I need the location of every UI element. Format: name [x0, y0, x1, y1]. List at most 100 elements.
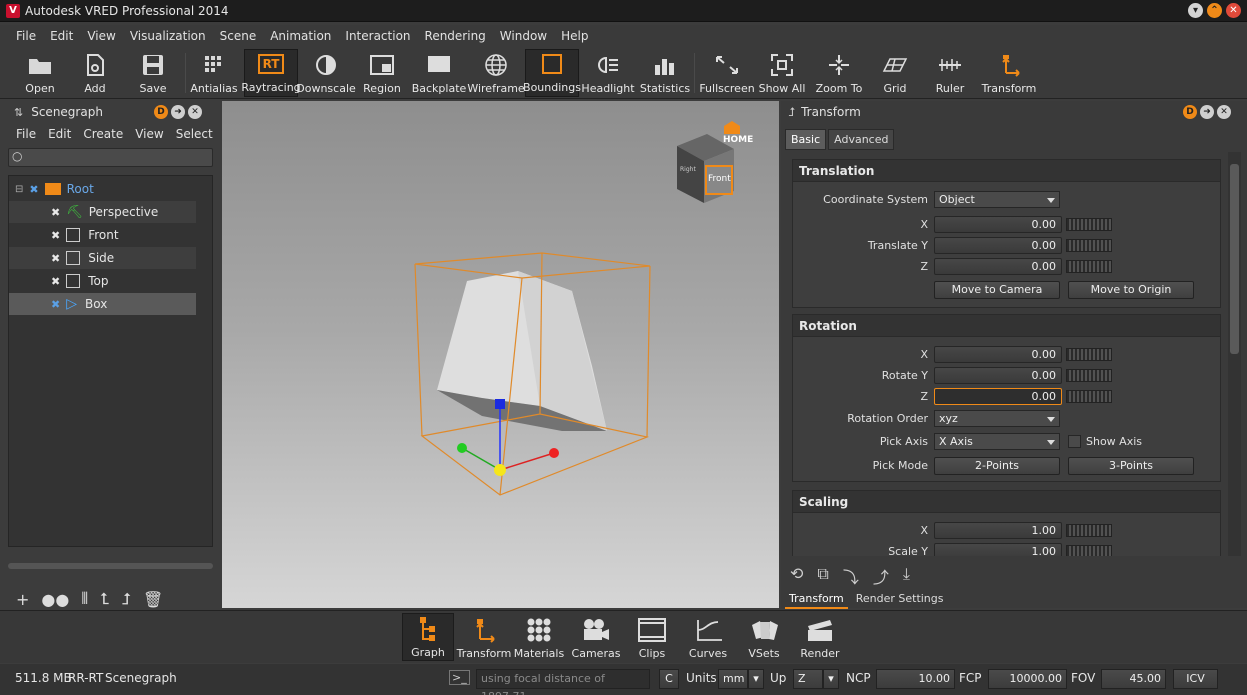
rotate-tool-icon[interactable]: ⟲ — [790, 564, 803, 588]
tab-render-settings[interactable]: Render Settings — [852, 590, 948, 609]
units-select[interactable]: mm — [718, 669, 748, 689]
transform-tool-button[interactable]: Transform — [982, 49, 1036, 97]
tree-item-top[interactable]: ✖ Top — [9, 270, 196, 292]
translate-y-slider[interactable] — [1066, 239, 1112, 252]
viewcube[interactable] — [677, 121, 740, 203]
gizmo-z-handle[interactable] — [495, 399, 505, 409]
visibility-toggle-icon[interactable]: ✖ — [51, 275, 60, 288]
boundings-button[interactable]: Boundings — [523, 49, 581, 97]
dock-vsets-button[interactable]: VSets — [738, 613, 790, 661]
viewcube-home-label[interactable]: HOME — [723, 135, 753, 145]
scale-x-slider[interactable] — [1066, 524, 1112, 537]
align-icon[interactable]: ⫴ — [81, 589, 88, 609]
up-axis-select[interactable]: Z — [793, 669, 823, 689]
tab-advanced[interactable]: Advanced — [828, 129, 895, 150]
menu-window[interactable]: Window — [493, 25, 554, 47]
backplate-button[interactable]: Backplate — [412, 49, 466, 97]
translate-z-slider[interactable] — [1066, 260, 1112, 273]
visibility-toggle-icon[interactable]: ✖ — [51, 229, 60, 242]
ruler-button[interactable]: Ruler — [930, 49, 970, 97]
rotation-header[interactable]: Rotation — [793, 315, 1220, 337]
menu-edit[interactable]: Edit — [43, 25, 80, 47]
panel-close-icon[interactable]: ✕ — [1217, 105, 1231, 119]
menu-rendering[interactable]: Rendering — [418, 25, 493, 47]
fov-field[interactable]: 45.00 — [1101, 669, 1166, 689]
fullscreen-button[interactable]: Fullscreen — [699, 49, 755, 97]
dock-clips-button[interactable]: Clips — [626, 613, 678, 661]
menu-file[interactable]: File — [9, 25, 43, 47]
move-up-icon[interactable]: ⮤ — [100, 589, 109, 609]
ncp-field[interactable]: 10.00 — [876, 669, 955, 689]
menu-interaction[interactable]: Interaction — [338, 25, 417, 47]
dock-cameras-button[interactable]: Cameras — [570, 613, 622, 661]
wireframe-button[interactable]: Wireframe — [467, 49, 525, 97]
menu-help[interactable]: Help — [554, 25, 595, 47]
terminal-icon[interactable]: >_ — [449, 670, 470, 685]
open-button[interactable]: Open — [22, 49, 58, 97]
sg-menu-select[interactable]: Select — [170, 127, 219, 141]
show-all-button[interactable]: Show All — [759, 49, 805, 97]
scale-x-field[interactable]: 1.00 — [934, 522, 1062, 539]
scale-y-field[interactable]: 1.00 — [934, 543, 1062, 556]
translation-header[interactable]: Translation — [793, 160, 1220, 182]
dock-transform-button[interactable]: Transform — [457, 613, 511, 661]
sg-menu-edit[interactable]: Edit — [42, 127, 77, 141]
tree-item-side[interactable]: ✖ Side — [9, 247, 196, 269]
dock-render-button[interactable]: Render — [794, 613, 846, 661]
scale-y-slider[interactable] — [1066, 545, 1112, 556]
gizmo-center-handle[interactable] — [494, 464, 506, 476]
transform-scrollbar[interactable] — [1228, 152, 1241, 556]
statistics-button[interactable]: Statistics — [640, 49, 690, 97]
pivot-reset-icon[interactable]: ⤴ — [873, 564, 889, 588]
menu-visualization[interactable]: Visualization — [123, 25, 213, 47]
tree-item-root[interactable]: ⊟ ✖ Root — [9, 178, 196, 200]
antialias-button[interactable]: Antialias — [190, 49, 238, 97]
rotate-y-slider[interactable] — [1066, 369, 1112, 382]
sg-menu-view[interactable]: View — [129, 127, 169, 141]
pivot-tool-icon[interactable]: ⤵ — [843, 564, 859, 588]
menu-animation[interactable]: Animation — [263, 25, 338, 47]
move-out-icon[interactable]: ⮥ — [122, 589, 131, 609]
home-icon[interactable] — [724, 121, 740, 134]
icv-button[interactable]: ICV — [1173, 669, 1218, 689]
viewcube-right-label[interactable]: Right — [680, 166, 696, 173]
gizmo-y-axis[interactable] — [461, 447, 501, 471]
region-button[interactable]: Region — [362, 49, 402, 97]
tab-transform[interactable]: Transform — [785, 590, 848, 609]
translate-z-field[interactable]: 0.00 — [934, 258, 1062, 275]
drop-to-ground-icon[interactable]: ⤓ — [903, 564, 910, 588]
up-dropdown-arrow-icon[interactable]: ▾ — [823, 669, 839, 689]
zoom-to-button[interactable]: Zoom To — [816, 49, 862, 97]
raytracing-button[interactable]: RT Raytracing — [241, 49, 301, 97]
units-dropdown-arrow-icon[interactable]: ▾ — [748, 669, 764, 689]
sg-menu-file[interactable]: File — [10, 127, 42, 141]
menu-scene[interactable]: Scene — [213, 25, 264, 47]
rotate-x-field[interactable]: 0.00 — [934, 346, 1062, 363]
coordinate-system-select[interactable]: Object — [934, 191, 1060, 208]
gizmo-x-axis[interactable] — [499, 452, 555, 471]
scenegraph-search-input[interactable]: ○ — [8, 148, 213, 167]
visibility-toggle-icon[interactable]: ✖ — [51, 206, 60, 219]
detach-arrow-icon[interactable]: ➜ — [1200, 105, 1214, 119]
headlight-button[interactable]: Headlight — [581, 49, 635, 97]
dock-materials-button[interactable]: Materials — [513, 613, 565, 661]
rotation-order-select[interactable]: xyz — [934, 410, 1060, 427]
visibility-toggle-icon[interactable]: ✖ — [51, 252, 60, 265]
detach-arrow-icon[interactable]: ➜ — [171, 105, 185, 119]
scenegraph-scrollbar[interactable] — [8, 563, 213, 569]
delete-trash-icon[interactable]: 🗑 — [143, 590, 163, 609]
rotate-x-slider[interactable] — [1066, 348, 1112, 361]
pick-axis-select[interactable]: X Axis — [934, 433, 1060, 450]
scaling-header[interactable]: Scaling — [793, 491, 1220, 513]
c-button[interactable]: C — [659, 669, 679, 689]
gizmo-y-handle[interactable] — [457, 443, 467, 453]
fcp-field[interactable]: 10000.00 — [988, 669, 1067, 689]
viewcube-front-label[interactable]: Front — [708, 174, 731, 184]
save-button[interactable]: Save — [136, 49, 170, 97]
tree-item-box[interactable]: ✖ ▷ Box — [9, 293, 196, 315]
render-viewport[interactable]: HOME Front Right — [222, 101, 779, 608]
copy-transform-icon[interactable]: ⧉ — [817, 564, 828, 588]
grid-button[interactable]: Grid — [876, 49, 914, 97]
two-points-button[interactable]: 2-Points — [934, 457, 1060, 475]
rotate-z-field[interactable]: 0.00 — [934, 388, 1062, 405]
